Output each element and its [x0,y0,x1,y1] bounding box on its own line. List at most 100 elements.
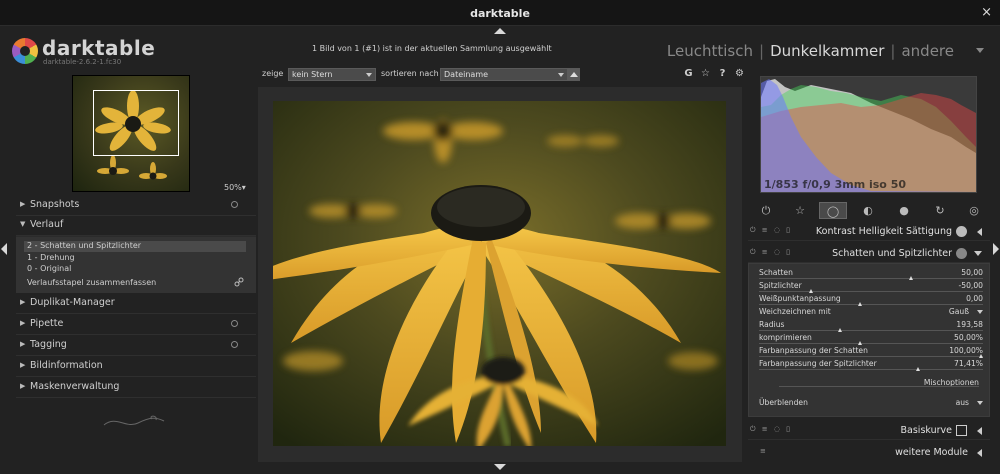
history-list: 2 - Schatten und Spitzlichter 1 - Drehun… [16,236,256,293]
slider-knob[interactable] [857,341,862,345]
sort-dropdown[interactable]: Dateiname [440,68,568,81]
grouping-icon[interactable]: G [680,68,697,79]
expand-arrow-icon: ▶ [20,319,26,327]
slider-knob[interactable] [916,367,921,371]
history-item[interactable]: 0 - Original [27,264,71,273]
slider-knob[interactable] [909,276,914,280]
reset-icon[interactable] [231,320,238,327]
rating-filter-value: kein Stern [292,70,333,79]
view-darkroom[interactable]: Dunkelkammer [770,42,884,60]
color-group-icon[interactable]: ● [890,202,918,219]
shadows-module-icon [956,248,967,259]
module-contrast-header[interactable]: ⏻ ≡ ◌ ▯ Kontrast Helligkeit Sättigung [748,223,990,241]
expand-arrow-icon[interactable] [977,427,982,435]
histogram[interactable]: 1/853 f/0,9 3mm iso 50 [760,76,977,193]
color-picker-section[interactable]: ▶ Pipette [16,315,256,335]
tone-group-icon[interactable]: ◐ [854,202,882,219]
slider-track [759,291,983,292]
menu-icon: ≡ [760,447,768,455]
slider-track [759,369,983,370]
slider-label: Weißpunktanpassung [759,294,841,303]
correction-group-icon[interactable]: ↻ [926,202,954,219]
module-control-icons[interactable]: ⏻ ≡ ◌ ▯ [750,226,792,235]
module-basecurve-header[interactable]: ⏻ ≡ ◌ ▯ Basiskurve [748,422,990,440]
slider-whitepoint[interactable]: Weißpunktanpassung 0,00 [759,294,983,307]
slider-highlight-color[interactable]: Farbanpassung der Spitzlichter 71,41% [759,359,983,372]
views-dropdown-icon[interactable] [976,48,984,53]
duplicate-manager-section[interactable]: ▶ Duplikat-Manager [16,294,256,314]
expand-arrow-icon[interactable] [977,449,982,457]
collection-info: 1 Bild von 1 (#1) ist in der aktuellen S… [312,44,552,53]
dropdown-arrow-icon [977,401,983,405]
basic-group-icon[interactable]: ◯ [819,202,847,219]
right-panel: 1/853 f/0,9 3mm iso 50 ⏻ ☆ ◯ ◐ ● ↻ ◎ ⏻ ≡… [748,68,990,468]
slider-knob[interactable] [808,289,813,293]
expand-arrow-icon: ▶ [20,361,26,369]
collapse-left-arrow-icon[interactable] [1,243,7,255]
sort-order-button[interactable] [568,68,580,81]
slider-label: Schatten [759,268,793,277]
view-lighttable[interactable]: Leuchttisch [667,42,753,60]
slider-compress[interactable]: komprimieren 50,00% [759,333,983,346]
module-control-icons[interactable]: ⏻ ≡ ◌ ▯ [750,248,792,257]
collapse-bottom-arrow-icon[interactable] [494,464,506,470]
view-other[interactable]: andere [901,42,954,60]
slider-shadow-color[interactable]: Farbanpassung der Schatten 100,00% [759,346,983,359]
zoom-level[interactable]: 50%▾ [224,183,246,192]
favorites-star-icon[interactable]: ☆ [786,202,814,219]
slider-label: Radius [759,320,785,329]
active-modules-icon[interactable]: ⏻ [752,202,780,219]
decorative-swirl-icon [103,415,165,426]
expand-arrow-icon[interactable] [977,228,982,236]
compress-history-button[interactable]: Verlaufsstapel zusammenfassen [27,278,156,287]
center-view [258,87,742,462]
reset-icon[interactable] [231,201,238,208]
reset-icon[interactable] [231,341,238,348]
module-control-icons[interactable]: ⏻ ≡ ◌ ▯ [750,425,792,434]
slider-track [759,278,983,279]
top-toolbar-icons: G ☆? ⚙ [680,68,748,79]
viewport-rectangle[interactable] [93,90,179,156]
module-shadows-header[interactable]: ⏻ ≡ ◌ ▯ Schatten und Spitzlichter [748,245,990,263]
overlay-star-icon[interactable]: ☆ [697,68,714,79]
compress-icon[interactable] [234,277,244,287]
module-name: Basiskurve [900,425,952,436]
help-icon[interactable]: ? [714,68,731,79]
slider-label: Farbanpassung der Spitzlichter [759,359,877,368]
image-info-section[interactable]: ▶ Bildinformation [16,357,256,377]
history-item[interactable]: 1 - Drehung [27,253,75,262]
collapse-arrow-icon[interactable] [974,251,982,256]
slider-track [759,304,983,305]
more-modules-label: weitere Module [895,447,968,458]
left-panel: 50%▾ ▶ Snapshots ▼ Verlauf 2 - Schatten … [12,68,258,468]
slider-knob[interactable] [978,354,983,358]
slider-value: 50,00 [961,268,983,277]
tagging-section[interactable]: ▶ Tagging [16,336,256,356]
effect-group-icon[interactable]: ◎ [960,202,988,219]
blur-select[interactable]: Weichzeichnen mit Gauß [759,307,983,319]
slider-highlights[interactable]: Spitzlichter -50,00 [759,281,983,294]
history-item[interactable]: 2 - Schatten und Spitzlichter [24,241,246,252]
settings-gear-icon[interactable]: ⚙ [731,68,748,79]
shadows-module-body: Schatten 50,00 Spitzlichter -50,00 Weißp… [748,263,990,417]
history-section[interactable]: ▼ Verlauf [16,216,256,236]
close-icon[interactable]: × [981,5,992,20]
view-separator: | [759,42,765,60]
filter-bar: zeige kein Stern sortieren nach Dateinam… [262,68,756,86]
darktable-logo-icon [12,38,38,64]
navigation-thumbnail[interactable] [72,75,190,192]
slider-knob[interactable] [857,302,862,306]
main-image[interactable] [273,101,726,446]
rating-filter-dropdown[interactable]: kein Stern [288,68,376,81]
slider-shadows[interactable]: Schatten 50,00 [759,268,983,281]
slider-track [759,343,983,344]
snapshots-section[interactable]: ▶ Snapshots [16,196,256,216]
mask-manager-section[interactable]: ▶ Maskenverwaltung [16,378,256,398]
more-modules-header[interactable]: ≡ weitere Module [748,444,990,462]
collapse-right-arrow-icon[interactable] [993,243,999,255]
slider-knob[interactable] [837,328,842,332]
exif-info: 1/853 f/0,9 3mm iso 50 [764,178,907,191]
blend-mode-select[interactable]: Überblenden aus [759,398,983,410]
slider-radius[interactable]: Radius 193,58 [759,320,983,333]
module-name: Schatten und Spitzlichter [832,248,952,259]
